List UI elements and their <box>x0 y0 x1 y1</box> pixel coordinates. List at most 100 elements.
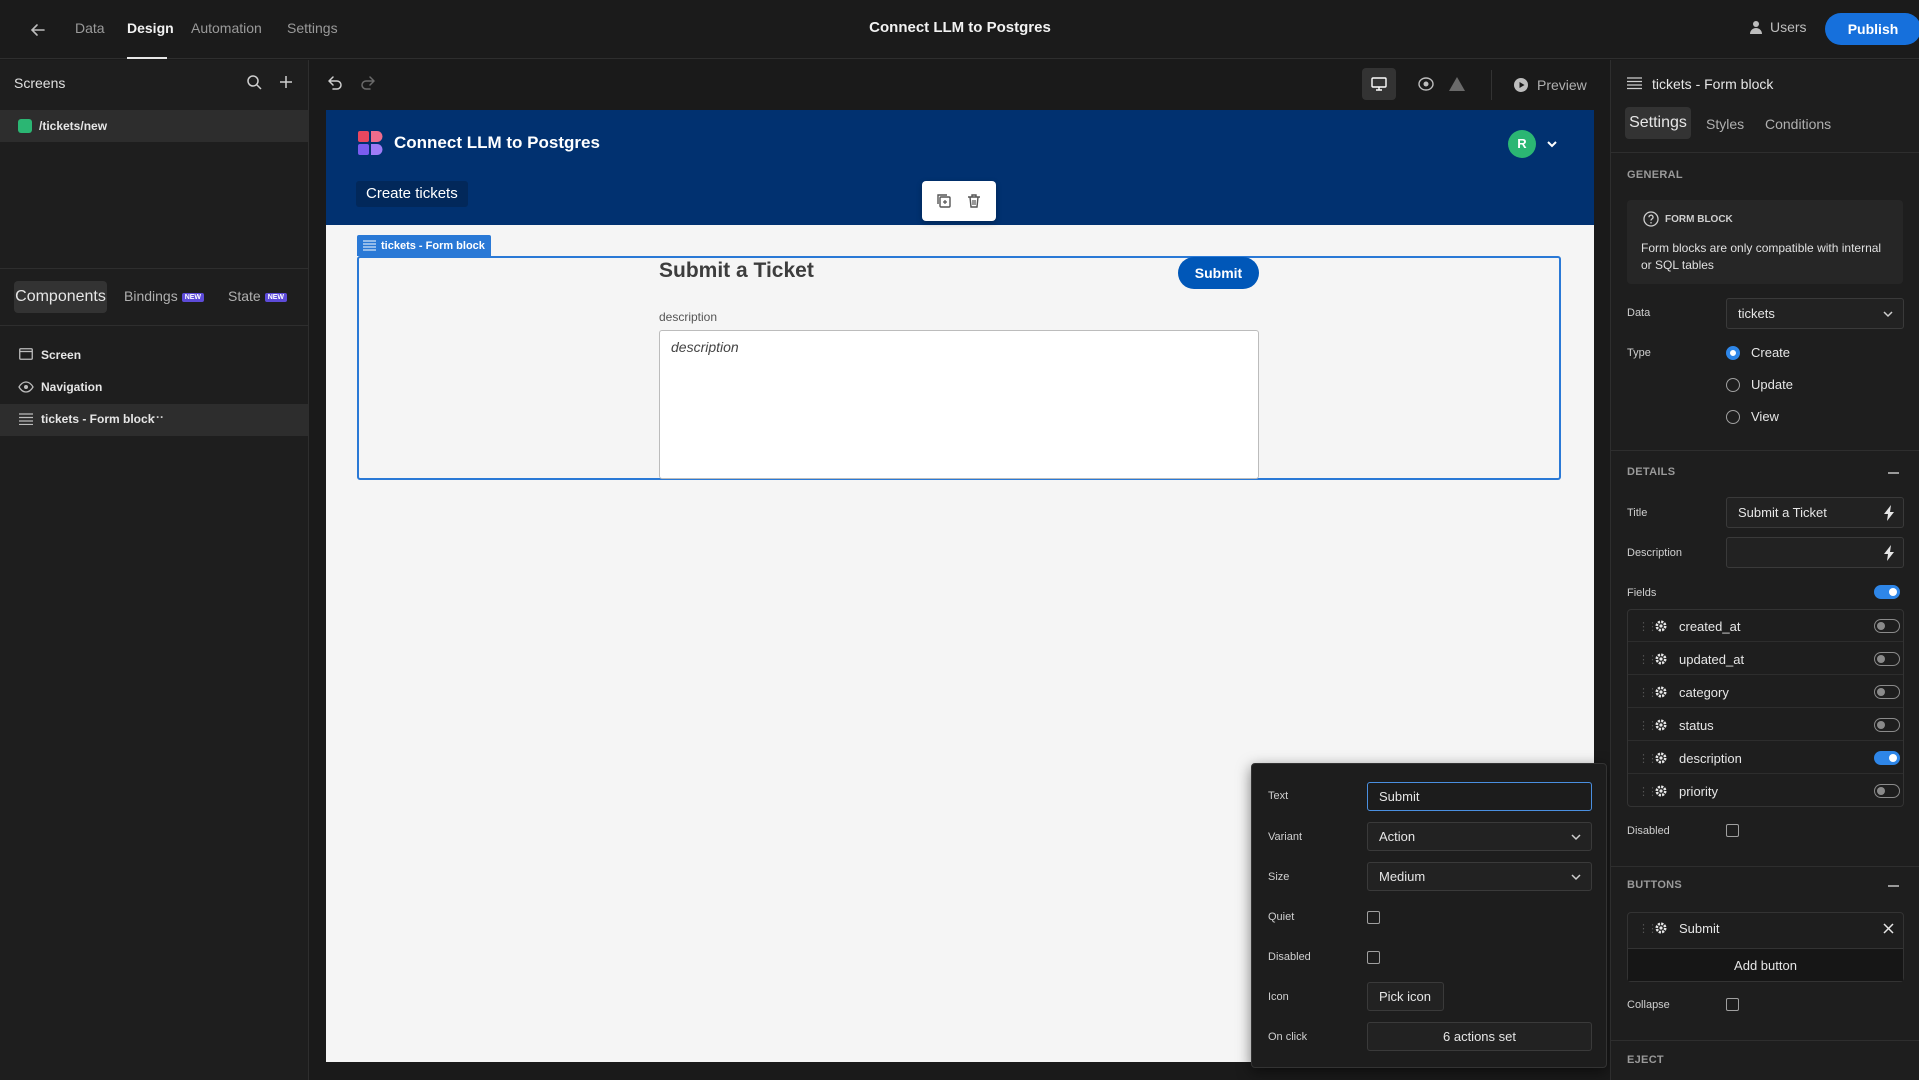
type-radio-view[interactable] <box>1726 410 1740 424</box>
description-input[interactable] <box>1726 537 1904 568</box>
app-name: Connect LLM to Postgres <box>394 133 600 152</box>
field-name-priority: priority <box>1679 784 1719 799</box>
tab-conditions[interactable]: Conditions <box>1765 116 1831 132</box>
form-submit-button[interactable]: Submit <box>1178 257 1259 289</box>
gear-icon[interactable] <box>1654 619 1668 633</box>
add-button[interactable]: Add button <box>1628 948 1903 981</box>
type-radio-update[interactable] <box>1726 378 1740 392</box>
preview-button[interactable]: Preview <box>1513 77 1587 93</box>
chevron-down-icon[interactable] <box>1545 137 1559 151</box>
preview-label: Preview <box>1537 77 1587 93</box>
tab-bindings[interactable]: Bindings NEW <box>124 288 205 304</box>
collapse-section-icon[interactable] <box>1888 885 1899 887</box>
data-source-select[interactable]: tickets <box>1726 298 1904 329</box>
more-options-icon[interactable]: ··· <box>152 410 164 424</box>
desktop-view-button[interactable] <box>1362 68 1396 100</box>
type-radio-create[interactable] <box>1726 346 1740 360</box>
chevron-down-icon <box>1571 832 1581 842</box>
field-row[interactable] <box>1628 610 1903 642</box>
tab-components[interactable]: Components <box>14 281 107 313</box>
pick-icon-button[interactable]: Pick icon <box>1367 982 1444 1011</box>
disabled-label: Disabled <box>1627 825 1670 837</box>
button-item-submit[interactable]: Submit <box>1679 921 1719 936</box>
theme-icon[interactable] <box>1417 76 1435 92</box>
add-screen-icon[interactable] <box>278 74 294 90</box>
form-block-icon <box>363 240 376 251</box>
field-toggle-status[interactable] <box>1874 718 1900 732</box>
divider <box>1611 1040 1919 1041</box>
variant-select[interactable]: Action <box>1367 822 1592 851</box>
app-logo-icon <box>358 131 384 155</box>
tree-item-screen[interactable]: Screen <box>41 348 81 362</box>
field-toggle-category[interactable] <box>1874 685 1900 699</box>
form-block-icon <box>19 413 33 425</box>
nav-tab-settings[interactable]: Settings <box>287 20 338 36</box>
collapse-section-icon[interactable] <box>1888 472 1899 474</box>
chevron-down-icon <box>1571 872 1581 882</box>
user-icon <box>1748 19 1764 35</box>
gear-icon[interactable] <box>1654 652 1668 666</box>
chevron-down-icon <box>1883 309 1893 319</box>
form-title: Submit a Ticket <box>659 259 814 282</box>
screen-icon <box>19 348 33 360</box>
tree-item-form-block[interactable]: tickets - Form block <box>41 412 154 426</box>
text-label: Text <box>1268 790 1289 802</box>
publish-button[interactable]: Publish <box>1825 13 1919 45</box>
tab-settings[interactable]: Settings <box>1625 107 1691 139</box>
field-row[interactable] <box>1628 742 1903 774</box>
field-row[interactable] <box>1628 643 1903 675</box>
lightning-icon[interactable] <box>1883 545 1895 561</box>
divider <box>1491 70 1492 100</box>
gear-icon[interactable] <box>1654 751 1668 765</box>
eye-icon[interactable] <box>18 381 34 393</box>
users-button[interactable]: Users <box>1748 19 1807 35</box>
button-text-input[interactable]: Submit <box>1367 782 1592 811</box>
app-nav-link[interactable]: Create tickets <box>356 181 468 207</box>
user-avatar[interactable]: R <box>1508 130 1536 158</box>
duplicate-icon[interactable] <box>936 193 952 209</box>
tab-state[interactable]: State NEW <box>228 288 288 304</box>
left-panel <box>0 60 309 1080</box>
description-textarea[interactable]: description <box>659 330 1259 479</box>
collapse-checkbox[interactable] <box>1726 998 1739 1011</box>
disabled-checkbox[interactable] <box>1726 824 1739 837</box>
disabled-checkbox[interactable] <box>1367 951 1380 964</box>
tree-item-navigation[interactable]: Navigation <box>41 380 102 394</box>
undo-icon[interactable] <box>325 74 343 92</box>
delete-icon[interactable] <box>966 193 982 209</box>
app-title: Connect LLM to Postgres <box>869 19 1051 36</box>
onclick-actions-button[interactable]: 6 actions set <box>1367 1022 1592 1051</box>
title-input[interactable]: Submit a Ticket <box>1726 497 1904 528</box>
quiet-checkbox[interactable] <box>1367 911 1380 924</box>
field-toggle-updated-at[interactable] <box>1874 652 1900 666</box>
gear-icon[interactable] <box>1654 921 1668 935</box>
search-icon[interactable] <box>246 74 262 90</box>
lightning-icon[interactable] <box>1883 505 1895 521</box>
divider <box>1611 450 1919 451</box>
users-label: Users <box>1770 19 1807 35</box>
field-row[interactable] <box>1628 709 1903 741</box>
gear-icon[interactable] <box>1654 685 1668 699</box>
close-icon[interactable] <box>1883 923 1894 934</box>
gear-icon[interactable] <box>1654 784 1668 798</box>
back-arrow-icon[interactable] <box>28 20 48 40</box>
screen-route-label: /tickets/new <box>39 119 108 133</box>
tab-styles[interactable]: Styles <box>1706 116 1744 132</box>
gear-icon[interactable] <box>1654 718 1668 732</box>
warning-icon[interactable] <box>1448 76 1466 92</box>
field-toggle-priority[interactable] <box>1874 784 1900 798</box>
field-toggle-created-at[interactable] <box>1874 619 1900 633</box>
help-icon <box>1643 211 1659 227</box>
size-select[interactable]: Medium <box>1367 862 1592 891</box>
redo-icon[interactable] <box>360 74 378 92</box>
field-toggle-description[interactable] <box>1874 751 1900 765</box>
field-name-category: category <box>1679 685 1729 700</box>
nav-tab-automation[interactable]: Automation <box>191 20 262 36</box>
nav-tab-design[interactable]: Design <box>127 20 174 36</box>
nav-tab-data[interactable]: Data <box>75 20 105 36</box>
divider <box>0 325 308 326</box>
fields-toggle[interactable] <box>1874 585 1900 599</box>
buttons-section-heading: BUTTONS <box>1627 879 1683 891</box>
field-row[interactable] <box>1628 775 1903 807</box>
field-row[interactable] <box>1628 676 1903 708</box>
